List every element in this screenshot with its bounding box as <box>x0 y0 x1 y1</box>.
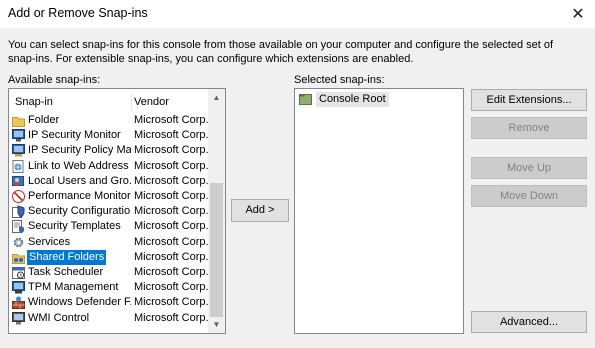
snapin-vendor: Microsoft Corp... <box>134 114 215 126</box>
list-item[interactable]: Shared Folders Microsoft Corp... <box>9 249 215 265</box>
column-header-vendor[interactable]: Vendor <box>134 93 169 111</box>
move-down-button[interactable]: Move Down <box>471 185 587 207</box>
snapin-vendor: Microsoft Corp... <box>134 235 215 248</box>
selected-snapins-tree[interactable]: Console Root <box>294 88 464 334</box>
snapin-name: Security Configuratio... <box>28 205 131 218</box>
console-root-folder-icon <box>299 94 312 105</box>
snapin-name: Performance Monitor <box>28 190 131 202</box>
snapin-name: IP Security Policy Ma... <box>28 144 131 157</box>
column-header-snapin[interactable]: Snap-in <box>15 93 53 111</box>
scroll-up-arrow-icon[interactable]: ▲ <box>208 89 225 106</box>
column-divider[interactable] <box>131 93 132 111</box>
list-item[interactable]: IP Security Policy Ma... Microsoft Corp..… <box>9 143 215 158</box>
ip-security-policy-icon <box>12 144 25 157</box>
services-gear-icon <box>13 237 24 247</box>
list-item[interactable]: IP Security Monitor Microsoft Corp... <box>9 128 215 143</box>
folder-icon <box>12 117 25 127</box>
snapin-name: Task Scheduler <box>28 266 104 278</box>
snapin-vendor: Microsoft Corp... <box>134 205 215 218</box>
scroll-thumb[interactable] <box>210 183 223 317</box>
snapin-name: WMI Control <box>28 311 90 324</box>
snapin-vendor: Microsoft Corp... <box>134 266 215 278</box>
snapin-name: Services <box>28 235 71 248</box>
add-button[interactable]: Add > <box>231 199 289 222</box>
scroll-down-arrow-icon[interactable]: ▼ <box>208 316 225 333</box>
list-item[interactable]: Local Users and Gro... Microsoft Corp... <box>9 174 215 189</box>
snapin-vendor: Microsoft Corp... <box>134 220 215 233</box>
snapin-vendor: Microsoft Corp... <box>134 174 215 187</box>
edit-extensions-button[interactable]: Edit Extensions... <box>471 89 587 111</box>
list-item[interactable]: Folder Microsoft Corp... <box>9 113 215 128</box>
snapin-vendor: Microsoft Corp... <box>134 281 215 294</box>
list-item[interactable]: TPM Management Microsoft Corp... <box>9 280 215 295</box>
snapin-vendor: Microsoft Corp... <box>134 129 215 142</box>
window-title: Add or Remove Snap-ins <box>8 6 148 20</box>
tpm-chip-icon <box>12 281 25 294</box>
description-text: You can select snap-ins for this console… <box>8 39 554 65</box>
title-bar: Add or Remove Snap-ins ✕ <box>0 0 595 28</box>
snapin-name: Shared Folders <box>27 249 107 265</box>
snapin-vendor: Microsoft Corp... <box>134 144 215 157</box>
snapin-name: Folder <box>28 114 60 126</box>
list-item[interactable]: Task Scheduler Microsoft Corp... <box>9 265 215 280</box>
snapin-name: Local Users and Gro... <box>28 174 131 187</box>
move-up-button[interactable]: Move Up <box>471 157 587 179</box>
snapin-vendor: Microsoft Corp... <box>134 159 215 172</box>
close-icon[interactable]: ✕ <box>561 0 595 28</box>
snapin-name: TPM Management <box>28 281 119 294</box>
snapin-name: Security Templates <box>28 220 121 233</box>
snapin-vendor: Microsoft Corp... <box>134 190 215 202</box>
snapin-name: Windows Defender F... <box>28 296 131 309</box>
performance-monitor-icon <box>12 190 25 203</box>
advanced-button[interactable]: Advanced... <box>471 311 587 333</box>
firewall-icon <box>12 296 25 310</box>
snapin-name: IP Security Monitor <box>28 129 121 142</box>
list-item[interactable]: Performance Monitor Microsoft Corp... <box>9 189 215 204</box>
web-link-icon <box>12 159 24 173</box>
security-config-icon <box>12 205 25 219</box>
available-snapins-label: Available snap-ins: <box>8 74 101 86</box>
available-list-scrollbar[interactable]: ▲ ▼ <box>208 89 225 333</box>
snapin-name: Link to Web Address <box>28 159 129 172</box>
remove-button[interactable]: Remove <box>471 117 587 139</box>
task-scheduler-icon <box>12 267 25 279</box>
list-item[interactable]: Services Microsoft Corp... <box>9 235 215 250</box>
list-item[interactable]: Security Templates Microsoft Corp... <box>9 219 215 234</box>
users-icon <box>12 175 24 186</box>
list-item[interactable]: WMI Control Microsoft Corp... <box>9 311 215 326</box>
list-item[interactable]: Windows Defender F... Microsoft Corp... <box>9 295 215 310</box>
snapin-vendor: Microsoft Corp... <box>134 296 215 309</box>
list-item[interactable]: Security Configuratio... Microsoft Corp..… <box>9 204 215 219</box>
shared-folders-icon <box>12 253 25 264</box>
snapin-vendor: Microsoft Corp... <box>134 250 215 263</box>
list-item[interactable]: Link to Web Address Microsoft Corp... <box>9 159 215 174</box>
available-snapins-list[interactable]: Snap-in Vendor Folder Microsoft Corp... IP… <box>8 88 226 334</box>
tree-item-label: Console Root <box>316 92 389 107</box>
wmi-control-icon <box>12 311 25 325</box>
selected-snapins-label: Selected snap-ins: <box>294 74 385 86</box>
security-templates-icon <box>12 220 24 234</box>
ip-security-monitor-icon <box>12 129 25 142</box>
snapin-vendor: Microsoft Corp... <box>134 311 215 324</box>
